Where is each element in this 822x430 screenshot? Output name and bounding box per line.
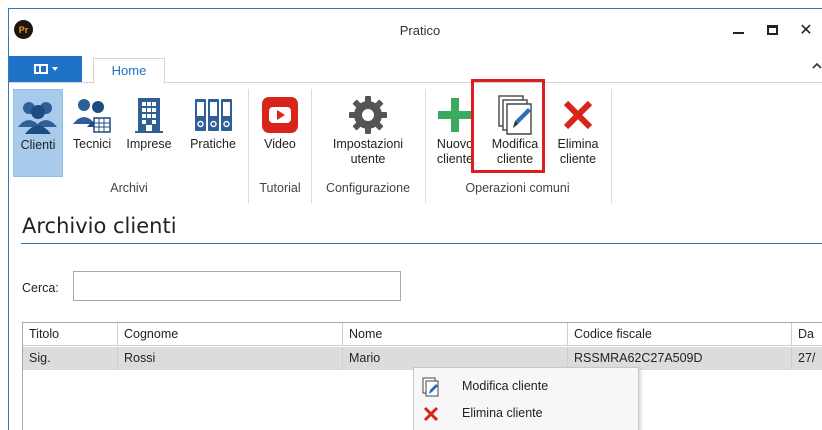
column-header-cognome[interactable]: Cognome	[118, 323, 343, 346]
context-menu-item-modifica[interactable]: Modifica cliente	[414, 373, 638, 400]
file-menu-button[interactable]	[9, 56, 82, 82]
ribbon-separator	[425, 89, 426, 203]
maximize-button[interactable]	[757, 15, 787, 45]
ribbon-tabs: Home	[9, 53, 822, 84]
close-icon: ✕	[799, 22, 813, 39]
plus-icon	[438, 98, 472, 132]
tecnici-label: Tecnici	[72, 137, 112, 151]
delete-x-icon	[423, 406, 439, 422]
technician-icon	[73, 99, 111, 133]
column-header-titolo[interactable]: Titolo	[23, 323, 118, 346]
video-play-icon	[262, 97, 298, 133]
video-label: Video	[264, 137, 296, 151]
search-label: Cerca:	[22, 281, 59, 295]
delete-x-icon	[563, 100, 593, 130]
context-menu-label: Modifica cliente	[462, 379, 549, 393]
chevron-down-icon	[51, 67, 58, 71]
context-menu-item-elimina[interactable]: Elimina cliente	[414, 400, 638, 427]
clienti-button[interactable]: Clienti	[13, 89, 63, 177]
people-icon	[18, 102, 57, 134]
maximize-icon	[766, 25, 778, 35]
close-button[interactable]: ✕	[791, 15, 821, 45]
file-menu-icon	[33, 64, 48, 74]
elimina-cliente-button[interactable]: Elimina cliente	[551, 89, 605, 177]
search-input[interactable]	[73, 271, 401, 301]
edit-document-icon	[422, 377, 439, 397]
imprese-label: Imprese	[126, 137, 172, 151]
title-underline	[21, 243, 822, 244]
tab-home[interactable]: Home	[93, 58, 165, 84]
imprese-button[interactable]: Imprese	[120, 89, 178, 177]
context-menu-label: Elimina cliente	[462, 406, 543, 420]
pratiche-button[interactable]: Pratiche	[181, 89, 245, 177]
elimina-label-line1: Elimina	[557, 137, 599, 151]
cell-data: 27/	[798, 351, 816, 365]
group-tutorial: Tutorial	[259, 181, 301, 195]
impostazioni-label-line1: Impostazioni	[332, 137, 404, 151]
impostazioni-utente-button[interactable]: Impostazioni utente	[315, 89, 421, 177]
elimina-label-line2: cliente	[559, 152, 597, 166]
column-header-nome[interactable]: Nome	[343, 323, 568, 346]
ribbon-separator	[311, 89, 312, 203]
gear-icon	[349, 96, 387, 134]
impostazioni-label-line2: utente	[350, 152, 386, 166]
app-window: Pr Pratico ✕ Home Clienti Tecnici Impres…	[8, 8, 822, 430]
group-archivi: Archivi	[110, 181, 148, 195]
highlight-annotation-box	[471, 79, 545, 173]
video-button[interactable]: Video	[253, 89, 307, 177]
collapse-ribbon-button[interactable]	[812, 61, 822, 72]
group-configurazione: Configurazione	[325, 181, 411, 195]
column-header-data[interactable]: Da	[792, 323, 822, 346]
ribbon-body: Clienti Tecnici Imprese Pratiche Archivi…	[9, 83, 822, 203]
building-icon	[135, 98, 163, 133]
chevron-up-icon	[812, 62, 822, 69]
folders-icon	[195, 99, 232, 131]
context-menu: Modifica cliente Elimina cliente	[413, 367, 639, 430]
cell-titolo: Sig.	[23, 347, 118, 370]
table-header: Titolo Cognome Nome Codice fiscale Da	[23, 323, 822, 346]
minimize-button[interactable]	[723, 15, 753, 45]
tecnici-button[interactable]: Tecnici	[67, 89, 117, 177]
title-bar: Pr Pratico ✕	[9, 9, 822, 53]
window-title: Pratico	[399, 23, 441, 38]
minimize-icon	[732, 32, 744, 34]
column-header-codice-fiscale[interactable]: Codice fiscale	[568, 323, 792, 346]
pratiche-label: Pratiche	[190, 137, 236, 151]
ribbon-separator	[611, 89, 612, 203]
clienti-label: Clienti	[20, 138, 56, 152]
ribbon-separator	[248, 89, 249, 203]
cell-cognome: Rossi	[118, 347, 343, 370]
page-title: Archivio clienti	[22, 214, 177, 238]
group-operazioni-comuni: Operazioni comuni	[465, 181, 570, 195]
